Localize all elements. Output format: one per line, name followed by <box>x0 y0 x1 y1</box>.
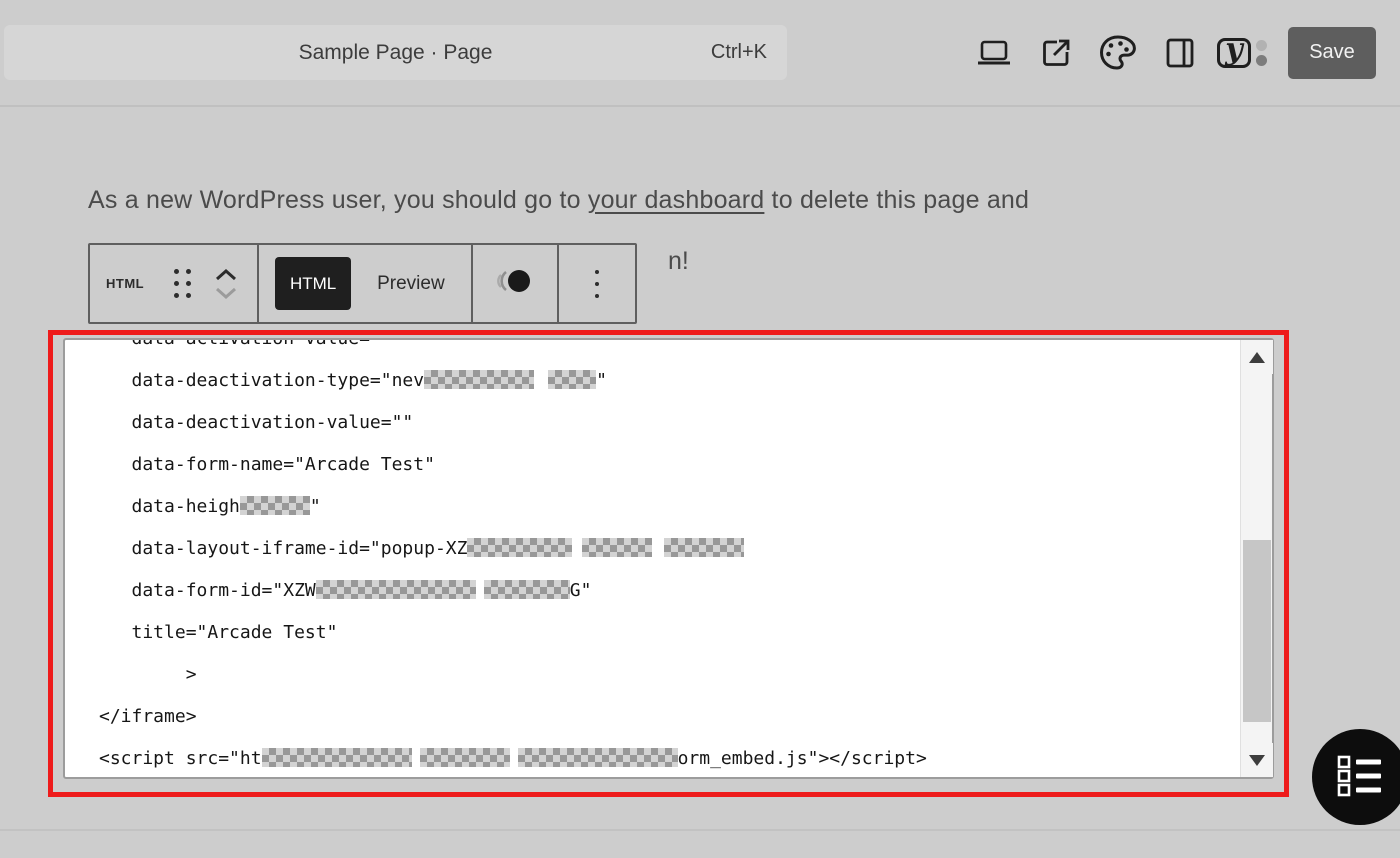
header-actions: y Save <box>968 25 1376 80</box>
view-button[interactable] <box>968 27 1020 79</box>
preview-in-new-tab-button[interactable] <box>1030 27 1082 79</box>
code-textarea[interactable]: data-activation-value= data-deactivation… <box>65 340 1240 777</box>
external-link-icon <box>1040 37 1072 69</box>
html-mode-tab[interactable]: HTML <box>275 257 351 310</box>
checklist-fab-button[interactable] <box>1312 729 1400 825</box>
code-line: data-form-id="XZWG" <box>99 570 1240 612</box>
code-line: data-heigh" <box>99 486 1240 528</box>
code-line: > <box>99 654 1240 696</box>
code-line: data-form-name="Arcade Test" <box>99 444 1240 486</box>
footer-divider <box>0 829 1400 831</box>
code-line: data-deactivation-type="nev" <box>99 360 1240 402</box>
block-type-label: HTML <box>106 276 144 291</box>
paragraph-line2-fragment: n! <box>668 247 689 276</box>
block-animation-button[interactable] <box>473 245 559 322</box>
code-line: data-deactivation-value="" <box>99 402 1240 444</box>
code-content: data-activation-value= data-deactivation… <box>65 340 1240 777</box>
yoast-status-dot-bottom <box>1256 55 1267 66</box>
checklist-icon <box>1337 755 1383 800</box>
triangle-down-icon <box>1249 755 1265 766</box>
settings-sidebar-button[interactable] <box>1154 27 1206 79</box>
yoast-seo-icon: y <box>1217 38 1267 68</box>
preview-mode-tab[interactable]: Preview <box>377 273 445 295</box>
sample-page-paragraph: As a new WordPress user, you should go t… <box>88 186 1268 215</box>
styles-button[interactable] <box>1092 27 1144 79</box>
block-toolbar: HTML HTML Preview <box>88 243 637 324</box>
kebab-menu-icon <box>595 270 599 298</box>
block-toolbar-mode-section: HTML Preview <box>259 245 473 322</box>
block-toolbar-move-section: HTML <box>90 245 259 322</box>
save-button[interactable]: Save <box>1288 27 1376 79</box>
paragraph-text-post: to delete this page and <box>764 186 1029 214</box>
block-options-button[interactable] <box>559 245 635 322</box>
move-up-button[interactable] <box>215 269 237 281</box>
scrollbar-up-button[interactable] <box>1241 340 1273 374</box>
command-shortcut: Ctrl+K <box>711 41 767 64</box>
code-line: <script src="htorm_embed.js"></script> <box>99 738 1240 777</box>
triangle-up-icon <box>1249 352 1265 363</box>
code-line: title="Arcade Test" <box>99 612 1240 654</box>
html-block-code-editor: data-activation-value= data-deactivation… <box>63 338 1274 779</box>
scrollbar-down-button[interactable] <box>1241 743 1273 777</box>
chevron-up-icon <box>215 269 237 281</box>
document-command-bar[interactable]: Sample Page · Page Ctrl+K <box>4 25 787 80</box>
move-down-button[interactable] <box>215 287 237 299</box>
chevron-down-icon <box>215 287 237 299</box>
paragraph-text-pre: As a new WordPress user, you should go t… <box>88 186 588 214</box>
yoast-seo-button[interactable]: y <box>1216 27 1268 79</box>
editor-screen: Sample Page · Page Ctrl+K <box>0 0 1400 858</box>
document-title: Sample Page · Page <box>4 41 787 65</box>
code-line: data-layout-iframe-id="popup-XZ <box>99 528 1240 570</box>
palette-icon <box>1098 34 1138 72</box>
code-line: data-activation-value= <box>99 340 1240 360</box>
scrollbar-thumb[interactable] <box>1243 540 1271 722</box>
dashboard-link[interactable]: your dashboard <box>588 186 765 214</box>
yoast-status-dot-top <box>1256 40 1267 51</box>
code-scrollbar <box>1240 340 1272 777</box>
laptop-icon <box>976 38 1012 68</box>
header-divider <box>0 105 1400 107</box>
code-line: </iframe> <box>99 696 1240 738</box>
sidebar-columns-icon <box>1165 37 1195 69</box>
drag-handle[interactable] <box>174 269 191 298</box>
pulse-circle-icon <box>494 266 536 301</box>
